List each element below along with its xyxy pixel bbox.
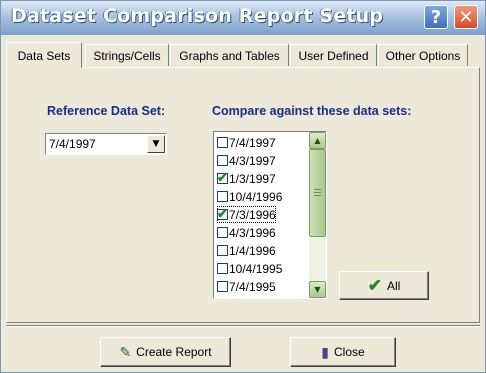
list-item-label: 7/3/1996 bbox=[229, 207, 276, 222]
checkmark-icon: ✔ bbox=[367, 276, 382, 295]
checkbox[interactable] bbox=[217, 191, 228, 202]
reference-data-set-label: Reference Data Set: bbox=[47, 104, 166, 118]
list-item-label: 4/3/1997 bbox=[229, 153, 276, 168]
title-bar[interactable]: Dataset Comparison Report Setup ? ✕ bbox=[1, 1, 485, 35]
list-item[interactable]: 1/4/1996 bbox=[217, 242, 276, 259]
list-item-label: 1/4/1996 bbox=[229, 243, 276, 258]
checkbox[interactable] bbox=[217, 137, 228, 148]
list-item[interactable]: 4/3/1996 bbox=[217, 224, 276, 241]
create-report-button[interactable]: ✎ Create Report bbox=[100, 337, 231, 367]
window-title: Dataset Comparison Report Setup bbox=[11, 5, 384, 27]
list-item[interactable]: 7/4/1995 bbox=[217, 278, 276, 295]
list-item[interactable]: 4/3/1997 bbox=[217, 152, 276, 169]
list-item[interactable]: ✔ 1/3/1997 bbox=[217, 170, 276, 187]
grip-line bbox=[314, 189, 321, 190]
tab-user-defined[interactable]: User Defined bbox=[290, 44, 377, 66]
select-all-label: All bbox=[386, 278, 401, 293]
close-label: Close bbox=[334, 345, 365, 359]
list-item-label: 7/4/1997 bbox=[229, 135, 276, 150]
reference-data-set-value: 7/4/1997 bbox=[49, 137, 96, 151]
tab-other-options[interactable]: Other Options bbox=[378, 44, 468, 66]
checkbox[interactable] bbox=[217, 263, 228, 274]
door-exit-icon: ▮ bbox=[321, 344, 330, 360]
list-item-label: 1/3/1997 bbox=[229, 171, 276, 186]
compare-data-sets-label: Compare against these data sets: bbox=[212, 104, 412, 118]
dialog-window: Dataset Comparison Report Setup ? ✕ Data… bbox=[0, 0, 486, 373]
close-button[interactable]: ▮ Close bbox=[290, 337, 396, 367]
help-button[interactable]: ? bbox=[424, 5, 448, 29]
footer-divider bbox=[6, 325, 480, 327]
list-item-label: 7/4/1995 bbox=[229, 279, 276, 294]
list-item-label: 10/4/1995 bbox=[229, 261, 283, 276]
list-item-label: 10/4/1996 bbox=[229, 189, 283, 204]
checkmark-icon: ✔ bbox=[217, 206, 228, 221]
scroll-down-icon[interactable]: ▼ bbox=[309, 281, 326, 298]
list-item-label: 4/3/1996 bbox=[229, 225, 276, 240]
list-item[interactable]: 10/4/1996 bbox=[217, 188, 282, 205]
list-item[interactable]: 7/4/1997 bbox=[217, 134, 276, 151]
checkmark-icon: ✔ bbox=[217, 170, 228, 185]
checkbox[interactable] bbox=[217, 281, 228, 292]
tab-data-sets[interactable]: Data Sets bbox=[6, 42, 82, 68]
list-item[interactable]: ✔ 7/3/1996 bbox=[217, 206, 276, 223]
vertical-scrollbar[interactable]: ▲ ▼ bbox=[309, 132, 326, 298]
scrollbar-thumb[interactable] bbox=[309, 149, 326, 237]
tab-strings-cells[interactable]: Strings/Cells bbox=[85, 44, 169, 66]
close-window-button[interactable]: ✕ bbox=[454, 5, 478, 29]
tab-graphs-and-tables[interactable]: Graphs and Tables bbox=[170, 44, 289, 66]
checkbox[interactable]: ✔ bbox=[217, 170, 228, 185]
checkbox[interactable] bbox=[217, 155, 228, 166]
grip-line bbox=[314, 192, 321, 193]
chevron-down-icon[interactable]: ▼ bbox=[147, 135, 165, 153]
checkbox[interactable] bbox=[217, 227, 228, 238]
scroll-up-icon[interactable]: ▲ bbox=[309, 132, 326, 149]
reference-data-set-dropdown[interactable]: 7/4/1997 ▼ bbox=[45, 133, 167, 155]
checkbox[interactable] bbox=[217, 245, 228, 256]
checkbox[interactable]: ✔ bbox=[217, 206, 228, 221]
grip-line bbox=[314, 195, 321, 196]
create-report-label: Create Report bbox=[136, 345, 212, 359]
report-wizard-icon: ✎ bbox=[119, 344, 132, 360]
list-item[interactable]: 10/4/1995 bbox=[217, 260, 282, 277]
compare-data-sets-list[interactable]: 7/4/1997 4/3/1997 ✔ 1/3/1997 10/4/1996 ✔… bbox=[213, 131, 327, 299]
select-all-button[interactable]: ✔ All bbox=[339, 271, 429, 300]
